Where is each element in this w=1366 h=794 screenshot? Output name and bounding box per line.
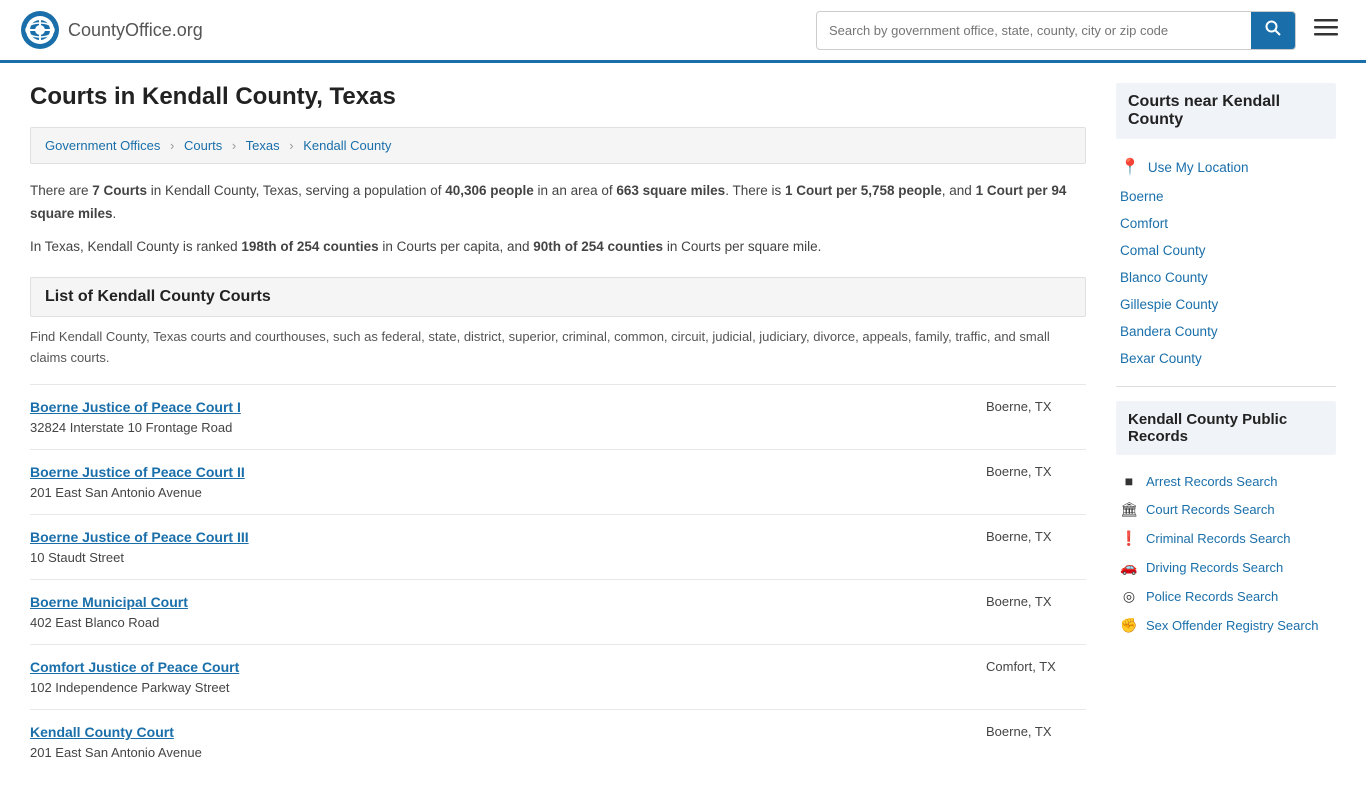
court-city: Comfort, TX: [966, 659, 1086, 674]
record-icon: ■: [1120, 473, 1138, 489]
use-my-location-link[interactable]: Use My Location: [1148, 160, 1249, 175]
nearby-link-item[interactable]: Comfort: [1116, 210, 1336, 237]
logo-icon: [20, 10, 60, 50]
list-section-header: List of Kendall County Courts: [30, 277, 1086, 317]
info-paragraph-2: In Texas, Kendall County is ranked 198th…: [30, 236, 1086, 259]
court-name-link[interactable]: Comfort Justice of Peace Court: [30, 659, 966, 675]
header-right: [816, 11, 1346, 50]
record-link-item[interactable]: ❗ Criminal Records Search: [1116, 524, 1336, 553]
nearby-link[interactable]: Blanco County: [1120, 270, 1208, 285]
use-my-location-item[interactable]: 📍 Use My Location: [1116, 151, 1336, 183]
court-city: Boerne, TX: [966, 464, 1086, 479]
location-pin-icon: 📍: [1120, 157, 1140, 177]
public-records-section: Kendall County Public Records: [1116, 401, 1336, 455]
record-link[interactable]: Criminal Records Search: [1146, 531, 1291, 546]
court-name-link[interactable]: Boerne Justice of Peace Court II: [30, 464, 966, 480]
logo-text: CountyOffice.org: [68, 20, 203, 41]
breadcrumb-courts[interactable]: Courts: [184, 138, 222, 153]
court-city: Boerne, TX: [966, 399, 1086, 414]
page-content: Courts in Kendall County, Texas Governme…: [0, 63, 1366, 794]
breadcrumb-government-offices[interactable]: Government Offices: [45, 138, 160, 153]
breadcrumb-texas[interactable]: Texas: [246, 138, 280, 153]
search-bar: [816, 11, 1296, 50]
court-city: Boerne, TX: [966, 529, 1086, 544]
nearby-links-list: Boerne Comfort Comal County Blanco County Gi…: [1116, 183, 1336, 372]
nearby-courts-title: Courts near Kendall County: [1116, 83, 1336, 139]
court-list-item: Boerne Justice of Peace Court I 32824 In…: [30, 384, 1086, 449]
page-title: Courts in Kendall County, Texas: [30, 83, 1086, 111]
record-link-item[interactable]: ■ Arrest Records Search: [1116, 467, 1336, 495]
record-icon: ◎: [1120, 588, 1138, 605]
record-link-item[interactable]: ◎ Police Records Search: [1116, 582, 1336, 611]
list-section-description: Find Kendall County, Texas courts and co…: [30, 327, 1086, 369]
courts-list: Boerne Justice of Peace Court I 32824 In…: [30, 384, 1086, 774]
court-name-link[interactable]: Boerne Justice of Peace Court I: [30, 399, 966, 415]
record-link-item[interactable]: 🚗 Driving Records Search: [1116, 553, 1336, 582]
court-info: Kendall County Court 201 East San Antoni…: [30, 724, 966, 760]
info-paragraph-1: There are 7 Courts in Kendall County, Te…: [30, 180, 1086, 226]
site-header: CountyOffice.org: [0, 0, 1366, 63]
search-icon: [1265, 20, 1281, 36]
hamburger-icon: [1314, 15, 1338, 39]
nearby-link-item[interactable]: Gillespie County: [1116, 291, 1336, 318]
court-address: 201 East San Antonio Avenue: [30, 745, 202, 760]
sidebar: Courts near Kendall County 📍 Use My Loca…: [1116, 83, 1336, 774]
court-info: Boerne Justice of Peace Court I 32824 In…: [30, 399, 966, 435]
court-name-link[interactable]: Kendall County Court: [30, 724, 966, 740]
court-info: Comfort Justice of Peace Court 102 Indep…: [30, 659, 966, 695]
nearby-link[interactable]: Bandera County: [1120, 324, 1218, 339]
nearby-link-item[interactable]: Bexar County: [1116, 345, 1336, 372]
court-address: 402 East Blanco Road: [30, 615, 159, 630]
search-input[interactable]: [817, 15, 1251, 46]
record-link-item[interactable]: 🏛 Court Records Search: [1116, 495, 1336, 524]
nearby-link-item[interactable]: Bandera County: [1116, 318, 1336, 345]
court-address: 10 Staudt Street: [30, 550, 124, 565]
record-link[interactable]: Court Records Search: [1146, 502, 1275, 517]
record-link[interactable]: Police Records Search: [1146, 589, 1278, 604]
sidebar-divider: [1116, 386, 1336, 387]
record-icon: 🚗: [1120, 559, 1138, 576]
logo[interactable]: CountyOffice.org: [20, 10, 203, 50]
record-link-item[interactable]: ✊ Sex Offender Registry Search: [1116, 611, 1336, 640]
nearby-link[interactable]: Gillespie County: [1120, 297, 1218, 312]
court-name-link[interactable]: Boerne Justice of Peace Court III: [30, 529, 966, 545]
nearby-link-item[interactable]: Blanco County: [1116, 264, 1336, 291]
record-link[interactable]: Sex Offender Registry Search: [1146, 618, 1318, 633]
menu-button[interactable]: [1306, 11, 1346, 49]
court-list-item: Boerne Justice of Peace Court III 10 Sta…: [30, 514, 1086, 579]
nearby-link[interactable]: Bexar County: [1120, 351, 1202, 366]
nearby-link[interactable]: Boerne: [1120, 189, 1164, 204]
court-city: Boerne, TX: [966, 724, 1086, 739]
nearby-link-item[interactable]: Boerne: [1116, 183, 1336, 210]
court-list-item: Kendall County Court 201 East San Antoni…: [30, 709, 1086, 774]
court-address: 32824 Interstate 10 Frontage Road: [30, 420, 232, 435]
record-icon: ❗: [1120, 530, 1138, 547]
court-name-link[interactable]: Boerne Municipal Court: [30, 594, 966, 610]
court-city: Boerne, TX: [966, 594, 1086, 609]
record-link[interactable]: Arrest Records Search: [1146, 474, 1278, 489]
record-links-list: ■ Arrest Records Search 🏛 Court Records …: [1116, 467, 1336, 640]
nearby-link[interactable]: Comfort: [1120, 216, 1168, 231]
nearby-link[interactable]: Comal County: [1120, 243, 1206, 258]
court-info: Boerne Justice of Peace Court III 10 Sta…: [30, 529, 966, 565]
public-records-title: Kendall County Public Records: [1128, 411, 1324, 445]
court-list-item: Boerne Justice of Peace Court II 201 Eas…: [30, 449, 1086, 514]
record-link[interactable]: Driving Records Search: [1146, 560, 1283, 575]
record-icon: ✊: [1120, 617, 1138, 634]
record-icon: 🏛: [1120, 501, 1138, 518]
breadcrumb: Government Offices › Courts › Texas › Ke…: [30, 127, 1086, 164]
main-column: Courts in Kendall County, Texas Governme…: [30, 83, 1086, 774]
court-info: Boerne Justice of Peace Court II 201 Eas…: [30, 464, 966, 500]
breadcrumb-kendall-county[interactable]: Kendall County: [303, 138, 391, 153]
court-list-item: Comfort Justice of Peace Court 102 Indep…: [30, 644, 1086, 709]
court-list-item: Boerne Municipal Court 402 East Blanco R…: [30, 579, 1086, 644]
court-address: 102 Independence Parkway Street: [30, 680, 229, 695]
court-address: 201 East San Antonio Avenue: [30, 485, 202, 500]
search-button[interactable]: [1251, 12, 1295, 49]
nearby-link-item[interactable]: Comal County: [1116, 237, 1336, 264]
court-info: Boerne Municipal Court 402 East Blanco R…: [30, 594, 966, 630]
